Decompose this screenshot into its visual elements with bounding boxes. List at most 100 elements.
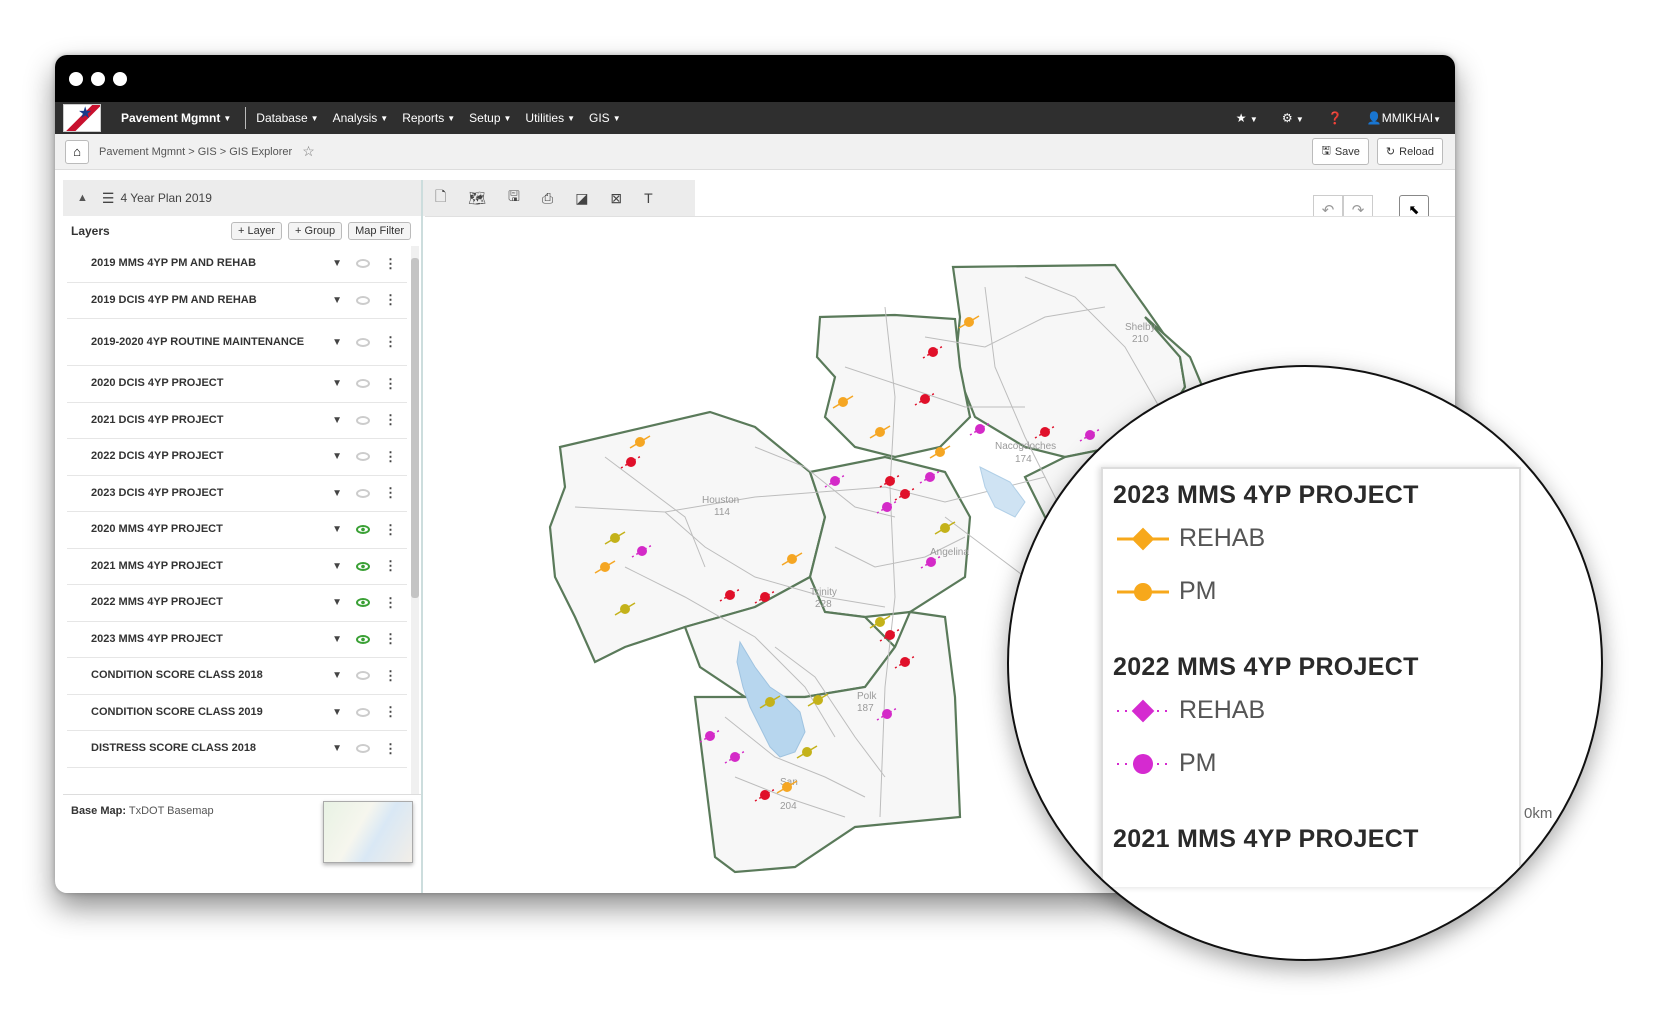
project-marker[interactable]	[802, 747, 812, 757]
layer-row[interactable]: 2019 DCIS 4YP PM AND REHAB ▼ ⋮	[67, 283, 407, 319]
visibility-eye-icon[interactable]	[356, 452, 370, 462]
filter-funnel-icon[interactable]: ▼	[332, 743, 342, 754]
legend-item-rehab-magenta[interactable]: REHAB	[1115, 696, 1265, 725]
home-icon[interactable]: ⌂	[65, 139, 89, 164]
project-marker[interactable]	[813, 695, 823, 705]
project-marker[interactable]	[635, 437, 645, 447]
collapse-chevron-icon[interactable]: ▲	[77, 192, 88, 204]
project-marker[interactable]	[935, 447, 945, 457]
visibility-eye-icon[interactable]	[356, 337, 370, 347]
legend-item-pm-magenta[interactable]: PM	[1115, 749, 1217, 778]
eraser-icon[interactable]: ◪	[575, 190, 588, 207]
menu-utilities[interactable]: Utilities ▼	[525, 111, 575, 125]
visibility-eye-icon[interactable]	[356, 415, 370, 425]
visibility-eye-icon[interactable]	[356, 488, 370, 498]
reload-button[interactable]: ↻ Reload	[1376, 138, 1443, 165]
project-marker[interactable]	[705, 731, 715, 741]
more-options-icon[interactable]: ⋮	[384, 741, 397, 757]
project-marker[interactable]	[730, 752, 740, 762]
more-options-icon[interactable]: ⋮	[384, 522, 397, 538]
project-marker[interactable]	[900, 657, 910, 667]
filter-funnel-icon[interactable]: ▼	[332, 488, 342, 499]
clear-box-icon[interactable]: ⊠	[610, 190, 622, 207]
filter-funnel-icon[interactable]: ▼	[332, 451, 342, 462]
window-dot-icon[interactable]	[113, 72, 127, 86]
filter-funnel-icon[interactable]: ▼	[332, 634, 342, 645]
visibility-eye-icon[interactable]	[356, 744, 370, 754]
legend-item-rehab-orange[interactable]: REHAB	[1115, 524, 1265, 553]
more-options-icon[interactable]: ⋮	[384, 631, 397, 647]
save-disk-icon[interactable]: 🖫	[508, 186, 520, 210]
legend-item-pm-orange[interactable]: PM	[1115, 577, 1217, 606]
project-marker[interactable]	[964, 317, 974, 327]
layer-row[interactable]: 2020 MMS 4YP PROJECT ▼ ⋮	[67, 512, 407, 549]
project-marker[interactable]	[782, 782, 792, 792]
txdot-logo[interactable]: ★	[63, 104, 101, 132]
more-options-icon[interactable]: ⋮	[384, 292, 397, 308]
map-filter-button[interactable]: Map Filter	[348, 222, 411, 240]
project-marker[interactable]	[838, 397, 848, 407]
brand-menu[interactable]: Pavement Mgmnt ▼	[121, 111, 231, 125]
more-options-icon[interactable]: ⋮	[384, 334, 397, 350]
visibility-eye-icon[interactable]	[356, 598, 370, 608]
layer-row[interactable]: 2022 DCIS 4YP PROJECT ▼ ⋮	[67, 439, 407, 476]
visibility-eye-icon[interactable]	[356, 634, 370, 644]
add-layer-button[interactable]: + Layer	[231, 222, 283, 240]
project-marker[interactable]	[975, 424, 985, 434]
more-options-icon[interactable]: ⋮	[384, 668, 397, 684]
layer-row[interactable]: CONDITION SCORE CLASS 2018 ▼ ⋮	[67, 658, 407, 695]
more-options-icon[interactable]: ⋮	[384, 376, 397, 392]
print-icon[interactable]: ⎙	[542, 190, 553, 207]
user-menu[interactable]: 👤MMIKHAI▼	[1367, 111, 1441, 125]
text-tool-icon[interactable]: T	[644, 190, 653, 206]
filter-funnel-icon[interactable]: ▼	[332, 524, 342, 535]
visibility-eye-icon[interactable]	[356, 259, 370, 269]
layer-row[interactable]: DISTRESS SCORE CLASS 2018 ▼ ⋮	[67, 731, 407, 768]
project-marker[interactable]	[626, 457, 636, 467]
filter-funnel-icon[interactable]: ▼	[332, 337, 342, 348]
add-group-button[interactable]: + Group	[288, 222, 343, 240]
project-marker[interactable]	[830, 476, 840, 486]
project-marker[interactable]	[882, 709, 892, 719]
layer-row[interactable]: 2021 MMS 4YP PROJECT ▼ ⋮	[67, 549, 407, 585]
layer-row[interactable]: CONDITION SCORE CLASS 2019 ▼ ⋮	[67, 695, 407, 731]
visibility-eye-icon[interactable]	[356, 295, 370, 305]
menu-gis[interactable]: GIS ▼	[589, 111, 621, 125]
project-marker[interactable]	[760, 790, 770, 800]
favorites-star-icon[interactable]: ★ ▼	[1236, 111, 1258, 125]
layer-row[interactable]: 2022 MMS 4YP PROJECT ▼ ⋮	[67, 585, 407, 622]
project-marker[interactable]	[885, 630, 895, 640]
filter-funnel-icon[interactable]: ▼	[332, 597, 342, 608]
filter-funnel-icon[interactable]: ▼	[332, 378, 342, 389]
project-marker[interactable]	[875, 617, 885, 627]
window-dot-icon[interactable]	[69, 72, 83, 86]
filter-funnel-icon[interactable]: ▼	[332, 258, 342, 269]
menu-reports[interactable]: Reports ▼	[402, 111, 455, 125]
more-options-icon[interactable]: ⋮	[384, 595, 397, 611]
project-marker[interactable]	[765, 697, 775, 707]
layer-row[interactable]: 2020 DCIS 4YP PROJECT ▼ ⋮	[67, 366, 407, 403]
layer-row[interactable]: 2019 MMS 4YP PM AND REHAB ▼ ⋮	[67, 246, 407, 283]
project-marker[interactable]	[600, 562, 610, 572]
project-marker[interactable]	[925, 472, 935, 482]
new-document-icon[interactable]: 🗋	[435, 186, 446, 210]
more-options-icon[interactable]: ⋮	[384, 449, 397, 465]
layer-row[interactable]: 2023 MMS 4YP PROJECT ▼ ⋮	[67, 622, 407, 658]
filter-funnel-icon[interactable]: ▼	[332, 670, 342, 681]
more-options-icon[interactable]: ⋮	[384, 558, 397, 574]
layer-row[interactable]: 2021 DCIS 4YP PROJECT ▼ ⋮	[67, 403, 407, 439]
project-marker[interactable]	[787, 554, 797, 564]
menu-setup[interactable]: Setup ▼	[469, 111, 511, 125]
more-options-icon[interactable]: ⋮	[384, 412, 397, 428]
project-marker[interactable]	[940, 523, 950, 533]
project-marker[interactable]	[900, 489, 910, 499]
visibility-eye-icon[interactable]	[356, 707, 370, 717]
layer-row[interactable]: 2023 DCIS 4YP PROJECT ▼ ⋮	[67, 476, 407, 512]
project-marker[interactable]	[620, 604, 630, 614]
project-marker[interactable]	[928, 347, 938, 357]
basemap-thumbnail[interactable]	[323, 801, 413, 863]
more-options-icon[interactable]: ⋮	[384, 704, 397, 720]
map-book-icon[interactable]: 🗺	[468, 190, 486, 207]
project-marker[interactable]	[725, 590, 735, 600]
window-dot-icon[interactable]	[91, 72, 105, 86]
